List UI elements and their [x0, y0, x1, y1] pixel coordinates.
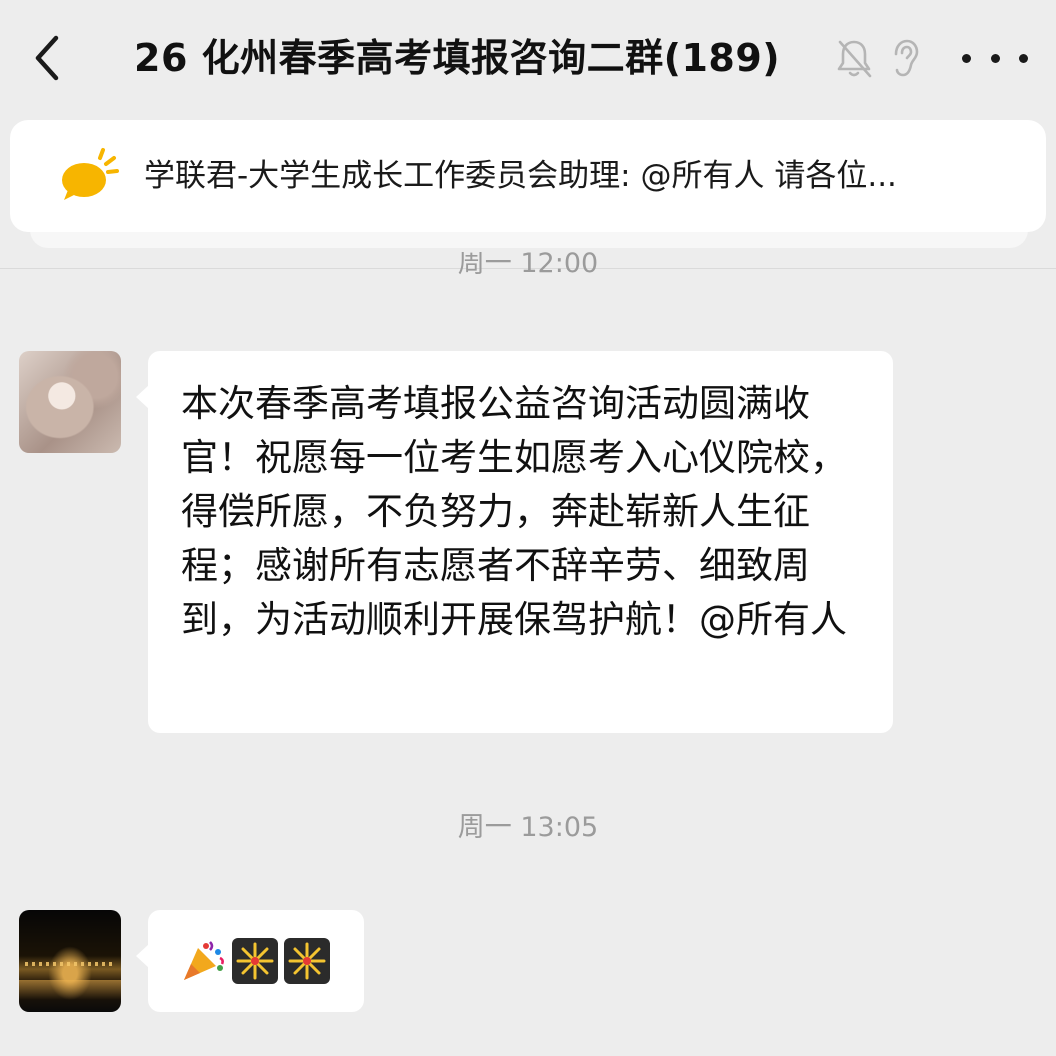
message-bubble[interactable]: [136, 910, 364, 1012]
pinned-announcement[interactable]: 学联君-大学生成长工作委员会助理: @所有人 请各位...: [10, 120, 1046, 232]
announcement-bubble-icon: [62, 148, 119, 200]
sender-avatar[interactable]: [19, 351, 121, 453]
more-dots-icon: [962, 53, 971, 63]
emoji-row: [180, 938, 330, 984]
ear-icon: [894, 39, 919, 77]
message-bubble[interactable]: 本次春季高考填报公益咨询活动圆满收官！祝愿每一位考生如愿考入心仪院校，得偿所愿，…: [136, 351, 893, 733]
chat-title: 26 化州春季高考填报咨询二群(189): [134, 36, 781, 80]
sender-avatar[interactable]: [19, 910, 121, 1012]
timestamp-partial: 周一 12:00: [457, 252, 599, 279]
chevron-left-icon: [35, 35, 59, 81]
message-text: 本次春季高考填报公益咨询活动圆满收官！祝愿每一位考生如愿考入心仪院校，得偿所愿，…: [181, 382, 847, 641]
bell-off-icon: [837, 40, 872, 78]
back-button[interactable]: [22, 28, 74, 88]
fireworks-emoji: [232, 938, 278, 984]
more-options-button[interactable]: [962, 38, 1028, 78]
party-popper-emoji: [184, 941, 224, 980]
chat-header: 26 化州春季高考填报咨询二群(189): [0, 0, 1056, 118]
pinned-text: 学联君-大学生成长工作委员会助理: @所有人 请各位...: [144, 158, 897, 194]
timestamp: 周一 13:05: [457, 812, 599, 843]
fireworks-emoji: [284, 938, 330, 984]
